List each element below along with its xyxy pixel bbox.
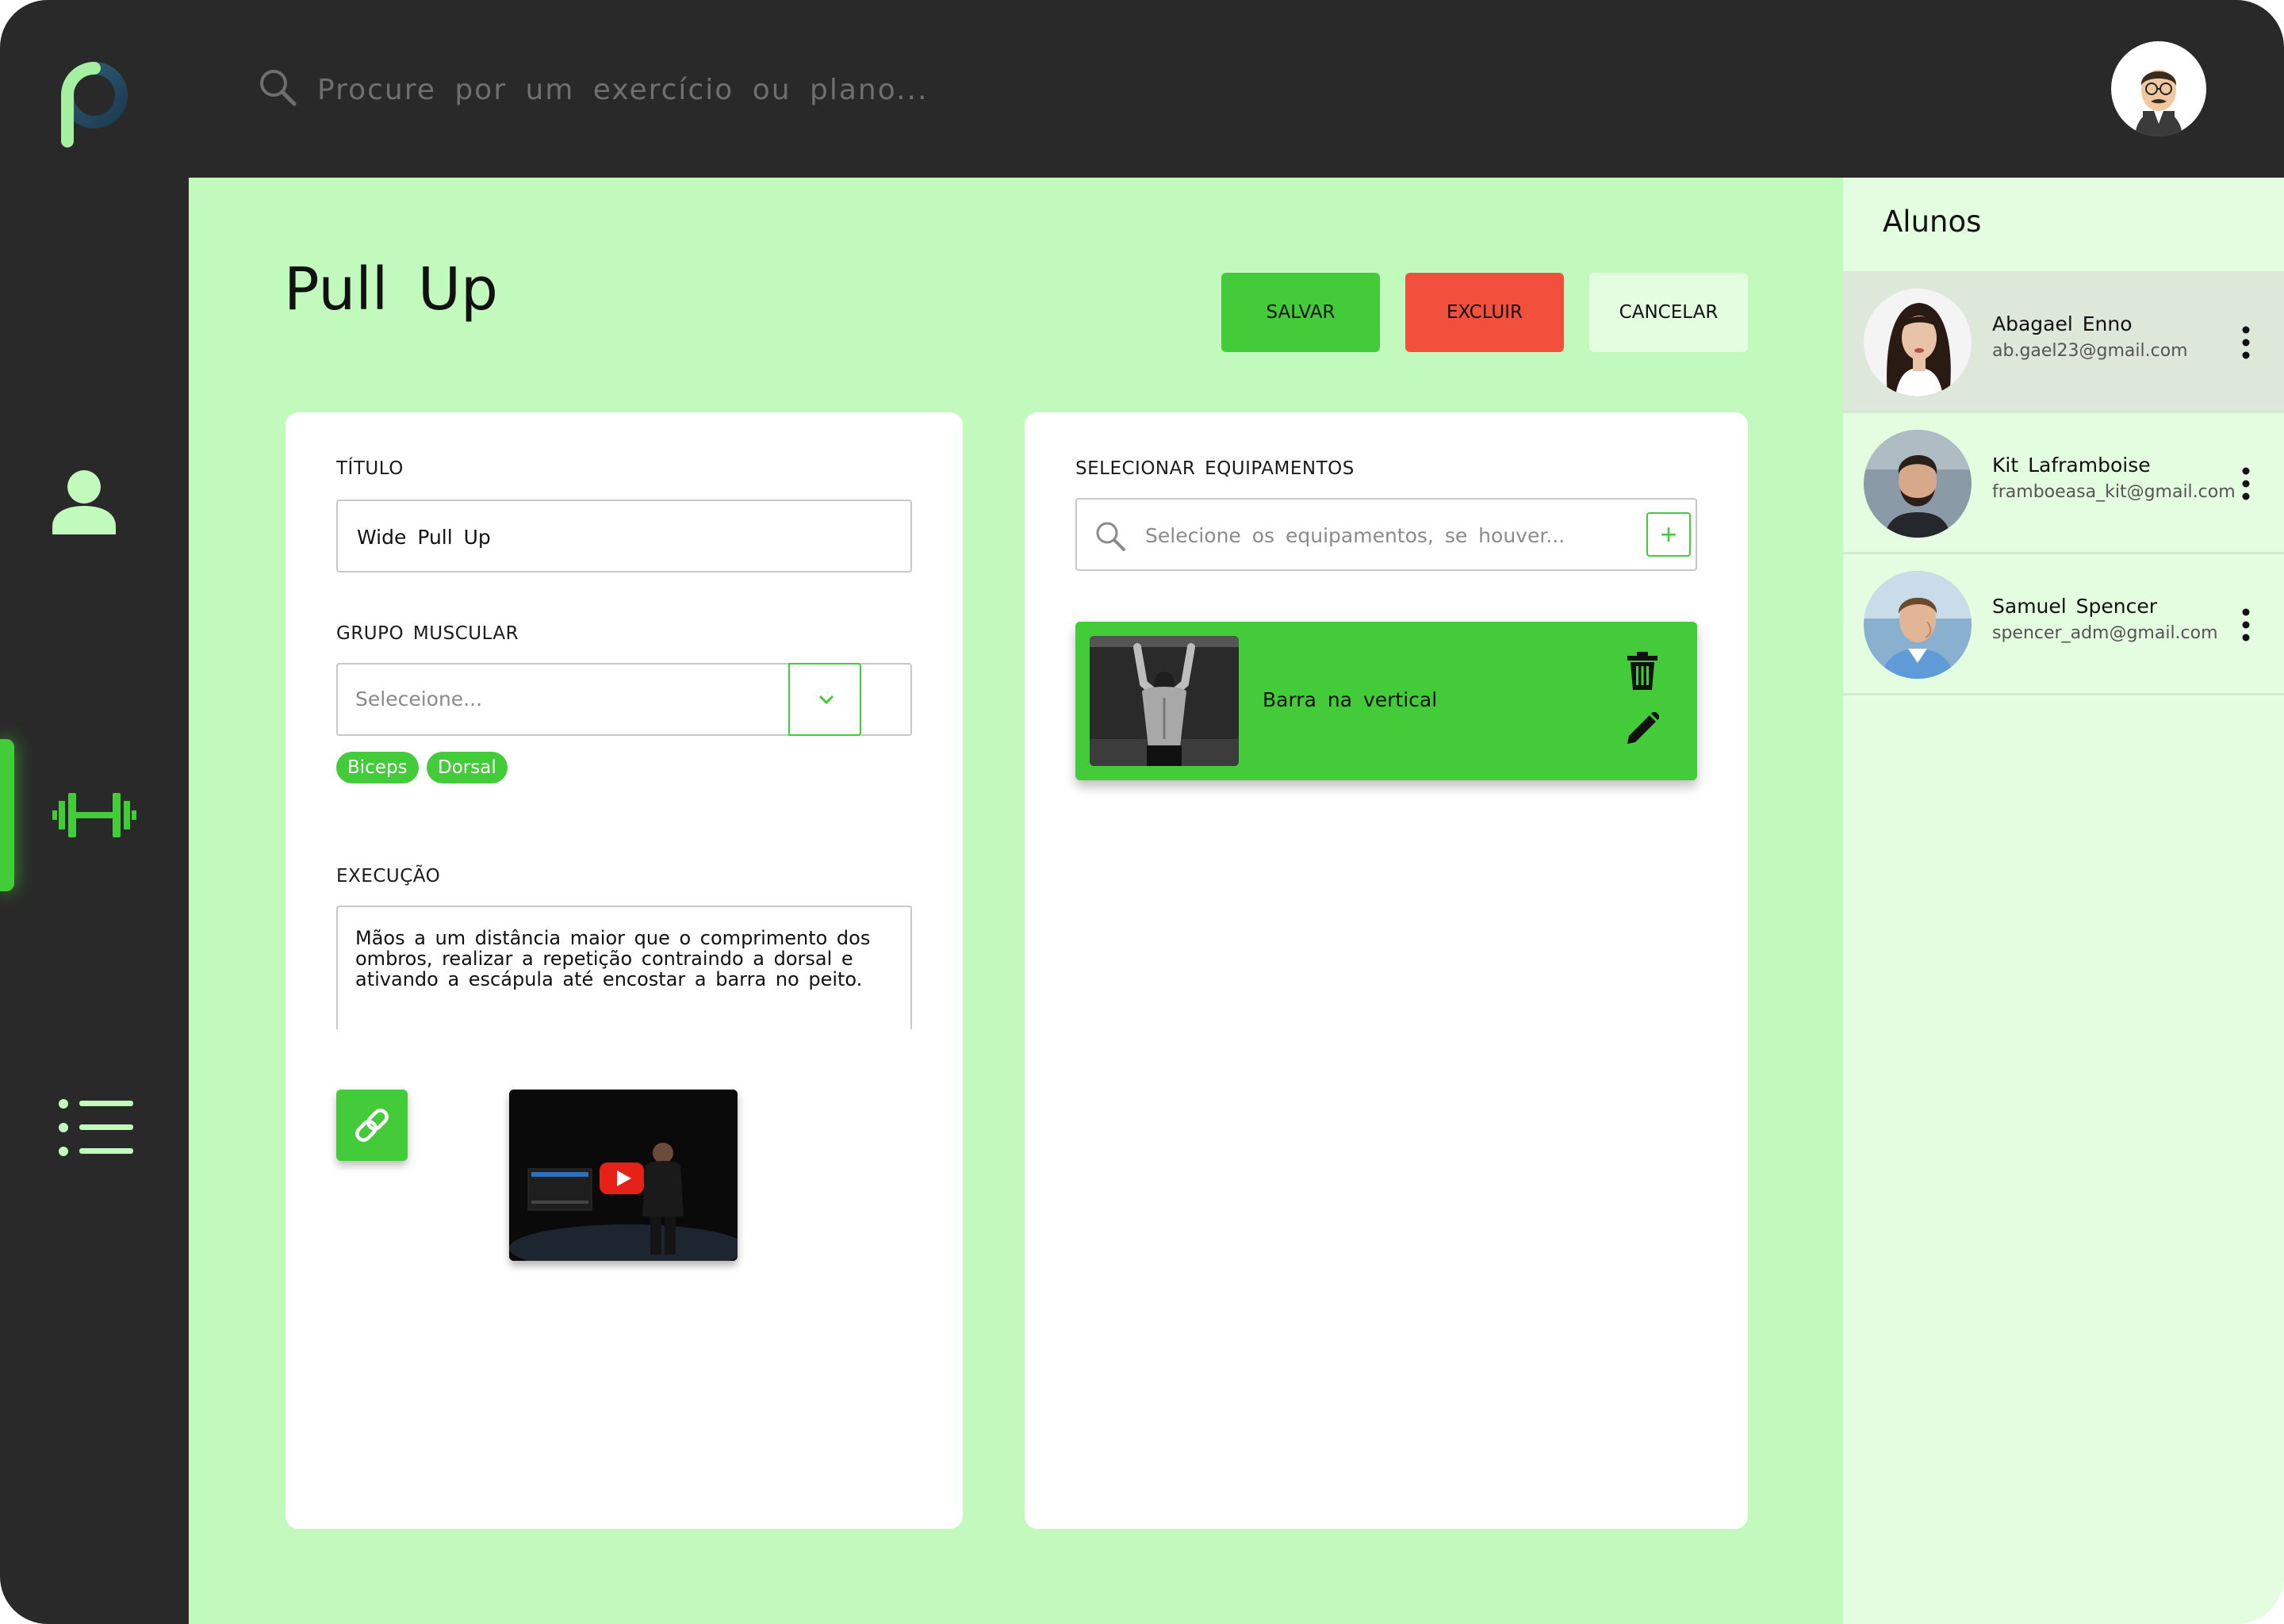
more-options-icon[interactable] [2240,466,2252,501]
student-item[interactable]: Abagael Enno ab.gael23@gmail.com [1843,271,2284,413]
page-title: Pull Up [284,255,499,324]
avatar-cartoon [2135,70,2182,136]
video-thumbnail[interactable] [509,1090,738,1261]
pencil-icon [1627,710,1661,744]
titulo-label: TÍTULO [336,458,404,479]
equipment-image [1090,636,1239,766]
user-icon [52,470,116,534]
execucao-field: Mãos a um distância maior que o comprime… [336,906,912,1029]
list-icon [59,1099,133,1156]
student-avatar [1864,430,1972,538]
add-equipment-button[interactable]: + [1646,512,1691,557]
nav-plans[interactable] [59,1099,133,1159]
global-search [259,67,1369,113]
students-panel: Alunos Abagael Enno ab.gael23@gmail.com [1843,178,2284,1624]
equipment-name: Barra na vertical [1263,688,1438,711]
student-item[interactable]: Samuel Spencer spencer_adm@gmail.com [1843,553,2284,695]
user-avatar[interactable] [2111,41,2206,136]
equipment-search: + [1075,498,1697,571]
muscle-tag[interactable]: Dorsal [427,752,508,783]
titulo-field [336,500,912,573]
student-name: Kit Laframboise [1992,454,2151,477]
more-options-icon[interactable] [2240,325,2252,360]
link-icon [355,1109,389,1142]
active-indicator [0,739,14,891]
nav-exercises[interactable] [52,793,136,841]
student-name: Samuel Spencer [1992,595,2158,618]
save-button[interactable]: SALVAR [1221,273,1380,352]
execucao-textarea[interactable]: Mãos a um distância maior que o comprime… [355,928,887,1023]
equipment-card: SELECIONAR EQUIPAMENTOS + [1025,412,1748,1529]
edit-equipment-button[interactable] [1627,710,1661,747]
chevron-down-icon [818,695,834,705]
titulo-input[interactable] [355,501,898,573]
global-search-input[interactable] [316,67,1350,113]
trash-icon [1627,652,1657,690]
grupo-label: GRUPO MUSCULAR [336,623,519,644]
sidebar [0,0,189,1624]
app-logo[interactable] [59,62,131,149]
grupo-dropdown-button[interactable] [788,663,861,736]
student-email: framboeasa_kit@gmail.com [1992,482,2236,502]
more-options-icon[interactable] [2240,607,2252,642]
students-title: Alunos [1883,205,1982,239]
nav-users[interactable] [51,468,117,538]
student-item[interactable]: Kit Laframboise framboeasa_kit@gmail.com [1843,412,2284,554]
search-icon [260,70,297,106]
grupo-placeholder: Seleceione... [355,688,483,710]
delete-button[interactable]: EXCLUIR [1405,273,1564,352]
app-window: Pull Up SALVAR EXCLUIR CANCELAR TÍTULO G… [0,0,2284,1624]
cancel-button[interactable]: CANCELAR [1589,273,1748,352]
muscle-tag[interactable]: Biceps [336,752,419,783]
student-avatar [1864,289,1972,396]
search-icon [1096,522,1125,551]
execucao-label: EXECUÇÃO [336,866,441,887]
exercise-form-card: TÍTULO GRUPO MUSCULAR Seleceione... Bice… [286,412,963,1529]
equipment-label: SELECIONAR EQUIPAMENTOS [1075,458,1355,479]
delete-equipment-button[interactable] [1626,652,1659,693]
dumbbell-icon [52,793,136,837]
student-email: spencer_adm@gmail.com [1992,623,2218,643]
equipment-search-input[interactable] [1144,500,1623,571]
equipment-item: Barra na vertical [1075,622,1697,780]
student-name: Abagael Enno [1992,312,2133,335]
student-avatar [1864,571,1972,679]
add-link-button[interactable] [336,1090,408,1161]
student-email: ab.gael23@gmail.com [1992,341,2188,361]
top-bar [189,0,2284,178]
